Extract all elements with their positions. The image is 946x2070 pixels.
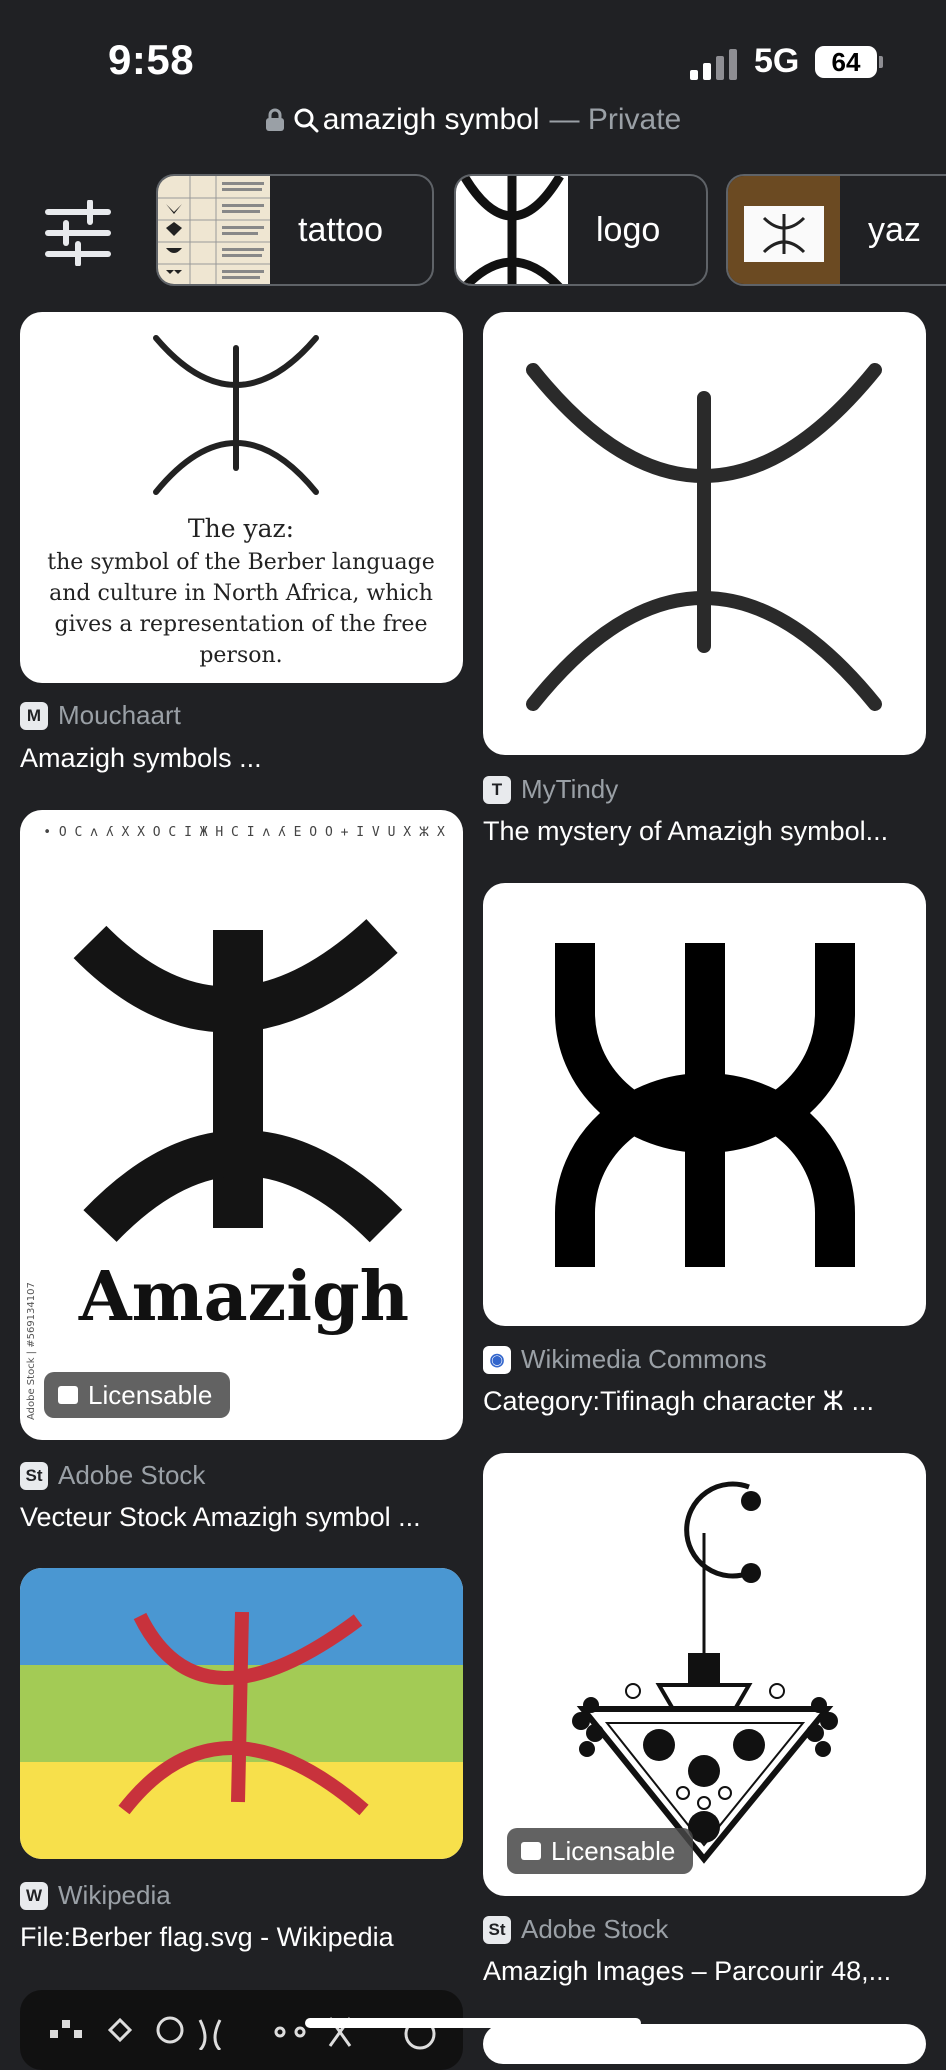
chip-tattoo[interactable]: tattoo <box>156 174 434 286</box>
caption-line: the symbol of the Berber language <box>47 550 434 575</box>
network-type: 5G <box>754 42 800 80</box>
image-icon <box>58 1386 78 1404</box>
result-image-berber-flag[interactable] <box>20 1568 463 1859</box>
chip-thumbnail <box>728 176 840 284</box>
yaz-symbol-image <box>526 363 882 711</box>
battery-level: 64 <box>831 47 861 77</box>
private-label: — Private <box>549 103 682 136</box>
filter-sliders-icon[interactable] <box>44 200 112 266</box>
amazigh-word: Amazigh <box>78 1257 409 1337</box>
caption-line: person. <box>199 643 282 668</box>
result-image-mytindy[interactable] <box>483 312 926 755</box>
source-name: Wikimedia Commons <box>521 1344 767 1374</box>
result-title[interactable]: Amazigh Images – Parcourir 48,... <box>483 1956 891 1987</box>
status-time: 9:58 <box>108 36 195 83</box>
chip-logo[interactable]: logo <box>454 174 708 286</box>
source-name: Adobe Stock <box>58 1460 206 1490</box>
source-name: Wikipedia <box>58 1880 171 1910</box>
result-image-adobe-amazigh[interactable]: • O C ʌ ʎ X X O C I Ж H C I ʌ ʎ E O O + … <box>20 810 463 1440</box>
adobe-stock-favicon: St <box>483 1915 511 1944</box>
badge-label: Licensable <box>551 1836 676 1866</box>
result-image-wikimedia[interactable] <box>483 883 926 1326</box>
address-bar[interactable]: amazigh symbol — Private <box>0 100 946 140</box>
result-source[interactable]: ◉ Wikimedia Commons <box>483 1344 767 1375</box>
mytindy-favicon: T <box>483 775 511 804</box>
chip-thumbnail <box>456 176 568 284</box>
caption-line: and culture in North Africa, which <box>49 581 433 606</box>
result-title[interactable]: Category:Tifinagh character ⵣ ... <box>483 1386 874 1417</box>
wikimedia-favicon: ◉ <box>483 1345 511 1374</box>
chip-label: tattoo <box>298 211 384 249</box>
result-source[interactable]: T MyTindy <box>483 774 618 805</box>
result-title[interactable]: File:Berber flag.svg - Wikipedia <box>20 1922 394 1953</box>
result-source[interactable]: W Wikipedia <box>20 1880 171 1911</box>
adobe-stock-favicon: St <box>20 1461 48 1490</box>
result-image-adobe-pendant[interactable]: Licensable <box>483 1453 926 1896</box>
mouchaart-favicon: M <box>20 701 48 730</box>
caption-line: The yaz: <box>188 514 294 543</box>
caption-line: gives a representation of the free <box>55 612 428 637</box>
source-name: MyTindy <box>521 774 619 804</box>
signal-icon <box>690 48 740 80</box>
berber-flag-image <box>20 1568 463 1859</box>
amazigh-symbol-image: • O C ʌ ʎ X X O C I Ж H C I ʌ ʎ E O O + … <box>26 825 445 1420</box>
image-icon <box>521 1842 541 1860</box>
chip-thumbnail <box>158 176 270 284</box>
search-icon <box>294 108 319 133</box>
result-image-partial[interactable] <box>483 2024 926 2064</box>
stock-watermark: Adobe Stock | #569134107 <box>26 1282 37 1420</box>
result-title[interactable]: Amazigh symbols ... <box>20 743 262 774</box>
source-name: Adobe Stock <box>521 1914 669 1944</box>
battery-tip <box>879 56 883 68</box>
battery-icon: 64 <box>815 46 877 78</box>
result-image-mouchaart[interactable]: The yaz: the symbol of the Berber langua… <box>20 312 463 683</box>
tifinagh-character-image <box>555 943 855 1267</box>
chip-label: logo <box>596 211 661 249</box>
lock-icon <box>265 108 284 131</box>
licensable-badge: Licensable <box>44 1372 231 1418</box>
search-query: amazigh symbol <box>322 103 540 136</box>
home-indicator[interactable] <box>305 2018 641 2028</box>
yaz-symbol-image: The yaz: the symbol of the Berber langua… <box>47 335 435 668</box>
wikipedia-favicon: W <box>20 1881 48 1910</box>
badge-label: Licensable <box>88 1380 213 1410</box>
result-image-partial[interactable] <box>20 1990 463 2070</box>
result-source[interactable]: St Adobe Stock <box>20 1460 205 1491</box>
result-title[interactable]: Vecteur Stock Amazigh symbol ... <box>20 1502 421 1533</box>
licensable-badge: Licensable <box>507 1828 694 1874</box>
result-source[interactable]: M Mouchaart <box>20 700 181 731</box>
chip-yaz[interactable]: yaz <box>726 174 946 286</box>
result-source[interactable]: St Adobe Stock <box>483 1914 668 1945</box>
chip-label: yaz <box>868 211 921 249</box>
result-title[interactable]: The mystery of Amazigh symbol... <box>483 816 888 847</box>
source-name: Mouchaart <box>58 700 181 730</box>
tifinagh-strip: • O C ʌ ʎ X X O C I Ж H C I ʌ ʎ E O O + … <box>43 825 445 840</box>
